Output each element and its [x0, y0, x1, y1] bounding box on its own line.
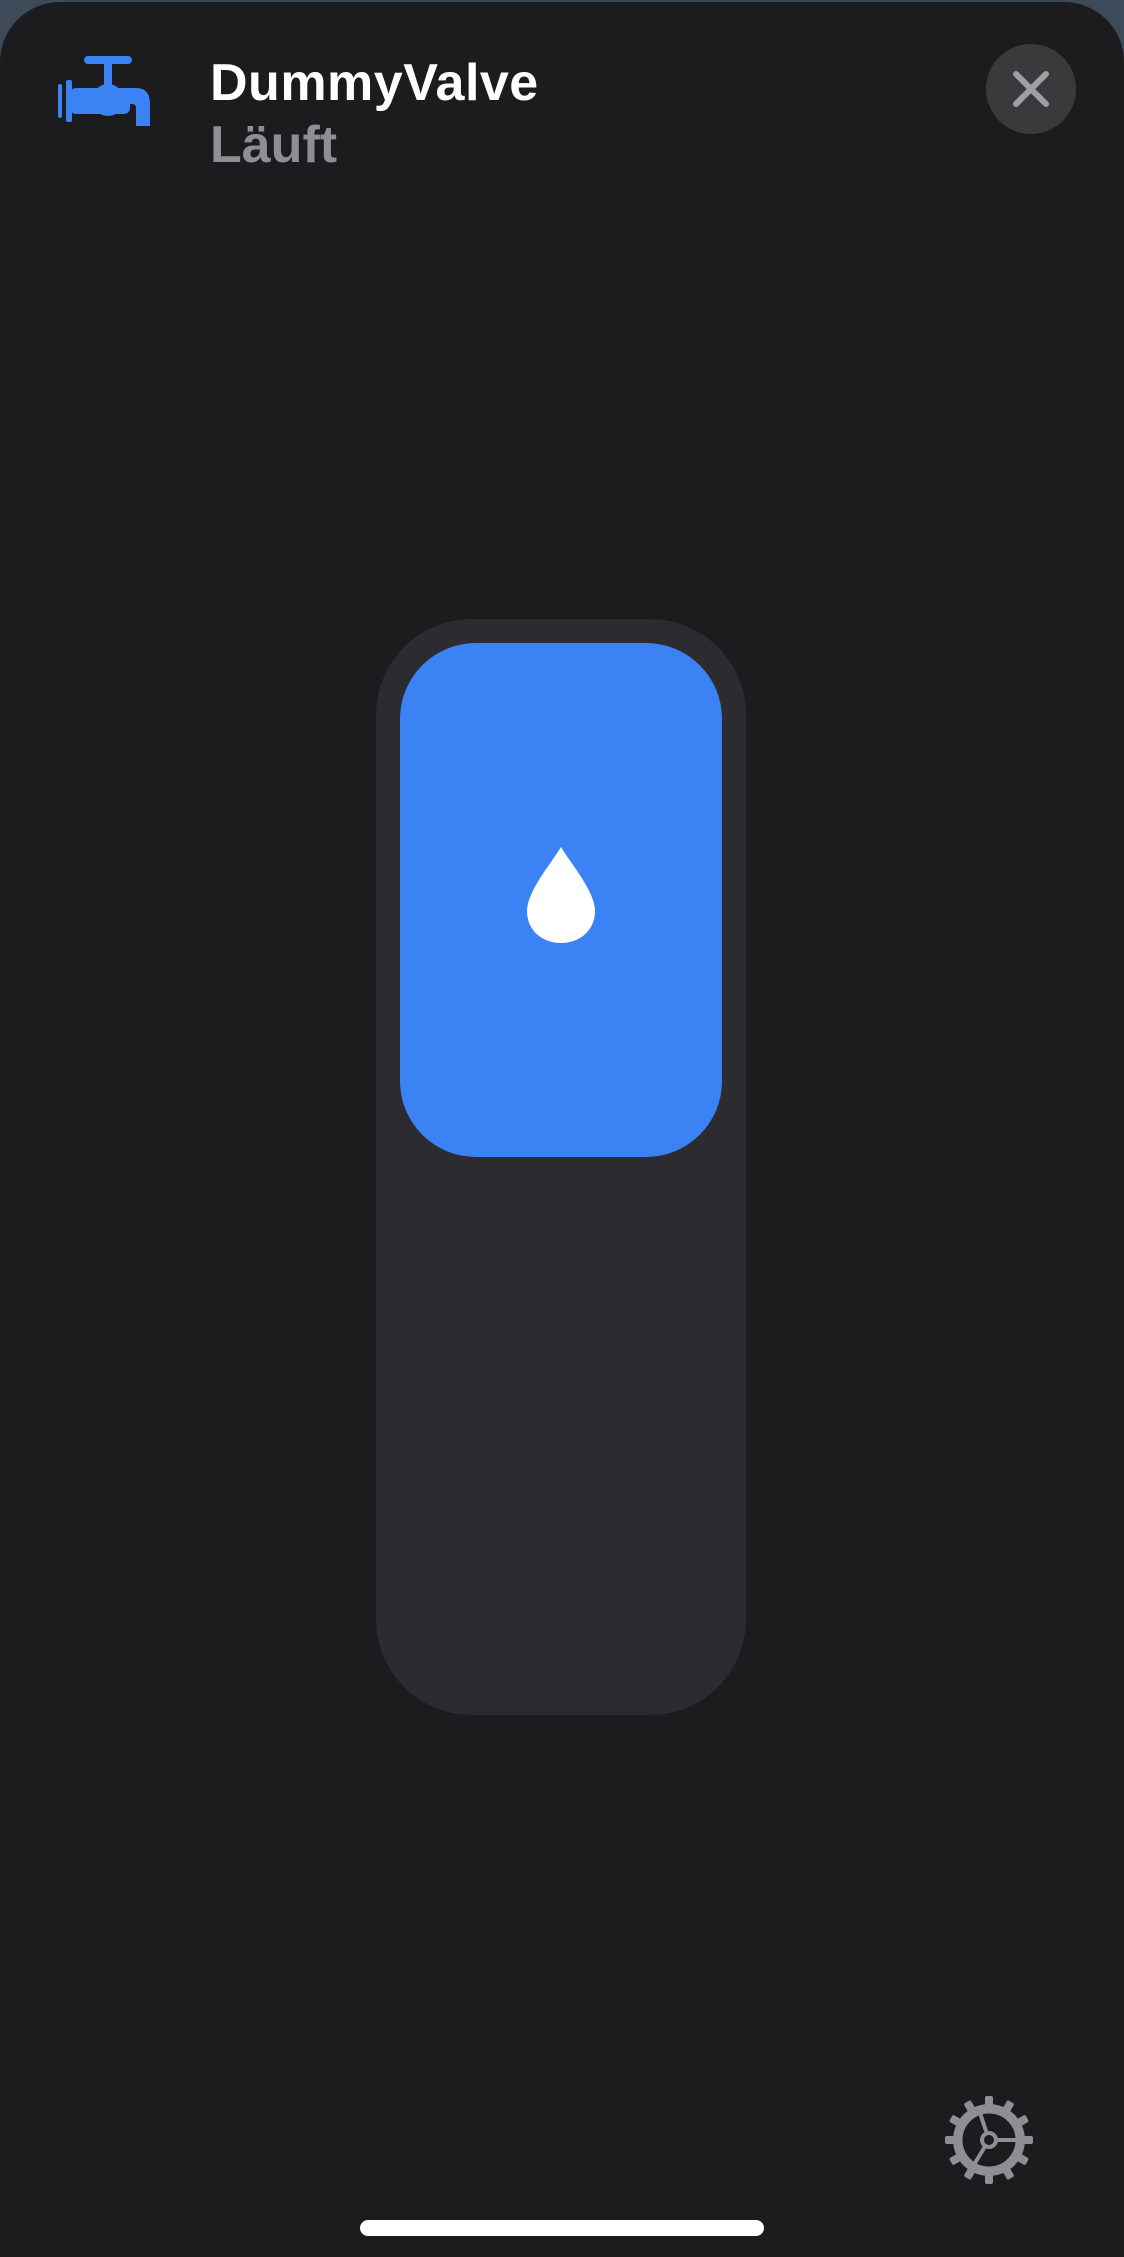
valve-toggle[interactable] — [376, 619, 746, 1715]
close-icon — [1013, 71, 1049, 107]
water-drop-icon — [527, 847, 595, 943]
accessory-detail-sheet: DummyValve Läuft — [0, 2, 1124, 2257]
accessory-name: DummyValve — [210, 54, 539, 112]
gear-icon — [945, 2096, 1033, 2184]
accessory-status: Läuft — [210, 116, 338, 174]
valve-toggle-fill[interactable] — [400, 643, 722, 1157]
home-indicator[interactable] — [360, 2220, 764, 2236]
settings-button[interactable] — [944, 2095, 1034, 2185]
faucet-icon — [58, 54, 154, 130]
close-button[interactable] — [986, 44, 1076, 134]
